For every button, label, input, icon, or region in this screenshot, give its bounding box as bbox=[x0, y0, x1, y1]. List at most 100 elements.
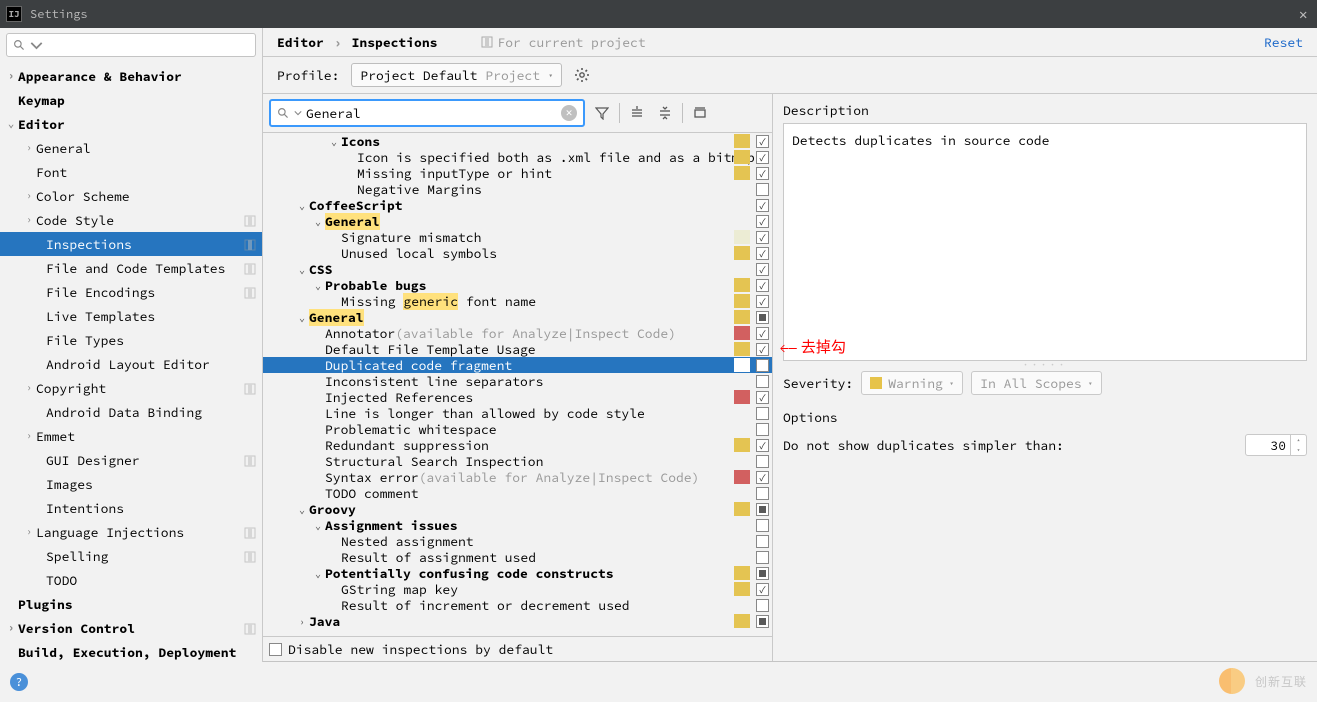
sidebar-item-font[interactable]: Font bbox=[0, 160, 262, 184]
sidebar-search-input[interactable] bbox=[6, 33, 256, 57]
inspection-checkbox[interactable] bbox=[756, 487, 769, 500]
inspection-row[interactable]: Signature mismatch bbox=[263, 229, 772, 245]
sidebar-item-android-layout-editor[interactable]: Android Layout Editor bbox=[0, 352, 262, 376]
inspection-checkbox[interactable] bbox=[756, 535, 769, 548]
sidebar-item-code-style[interactable]: ›Code Style bbox=[0, 208, 262, 232]
reset-button[interactable]: Reset bbox=[1264, 34, 1303, 51]
inspection-row[interactable]: Injected References bbox=[263, 389, 772, 405]
simpler-than-spinner[interactable]: 30 ▴▾ bbox=[1245, 434, 1307, 456]
gear-icon[interactable] bbox=[574, 67, 590, 83]
inspection-checkbox[interactable] bbox=[756, 231, 769, 244]
scope-combo[interactable]: In All Scopes ▾ bbox=[971, 371, 1102, 395]
sidebar-item-inspections[interactable]: Inspections bbox=[0, 232, 262, 256]
sidebar-item-plugins[interactable]: Plugins bbox=[0, 592, 262, 616]
sidebar-item-copyright[interactable]: ›Copyright bbox=[0, 376, 262, 400]
inspection-checkbox[interactable] bbox=[756, 439, 769, 452]
sidebar-item-emmet[interactable]: ›Emmet bbox=[0, 424, 262, 448]
inspection-search-input[interactable]: ✕ bbox=[269, 99, 585, 127]
inspection-checkbox[interactable] bbox=[756, 135, 769, 148]
inspection-row[interactable]: Missing generic font name bbox=[263, 293, 772, 309]
inspection-row[interactable]: Unused local symbols bbox=[263, 245, 772, 261]
expand-all-icon[interactable] bbox=[626, 102, 648, 124]
inspection-checkbox[interactable] bbox=[756, 599, 769, 612]
inspection-row[interactable]: ⌄Icons bbox=[263, 133, 772, 149]
inspection-checkbox[interactable] bbox=[756, 519, 769, 532]
inspection-search-field[interactable] bbox=[306, 105, 557, 122]
close-icon[interactable]: ✕ bbox=[1299, 8, 1311, 20]
inspection-row[interactable]: Redundant suppression bbox=[263, 437, 772, 453]
sidebar-item-color-scheme[interactable]: ›Color Scheme bbox=[0, 184, 262, 208]
inspection-checkbox[interactable] bbox=[756, 183, 769, 196]
inspection-checkbox[interactable] bbox=[756, 423, 769, 436]
reset-inspection-icon[interactable] bbox=[689, 102, 711, 124]
collapse-all-icon[interactable] bbox=[654, 102, 676, 124]
inspection-checkbox[interactable] bbox=[756, 215, 769, 228]
inspection-checkbox[interactable] bbox=[756, 167, 769, 180]
inspection-checkbox[interactable] bbox=[756, 343, 769, 356]
inspection-row[interactable]: Missing inputType or hint bbox=[263, 165, 772, 181]
inspection-checkbox[interactable] bbox=[756, 295, 769, 308]
sidebar-item-live-templates[interactable]: Live Templates bbox=[0, 304, 262, 328]
inspection-row[interactable]: Syntax error (available for Analyze|Insp… bbox=[263, 469, 772, 485]
sidebar-item-intentions[interactable]: Intentions bbox=[0, 496, 262, 520]
inspection-row[interactable]: ⌄Potentially confusing code constructs bbox=[263, 565, 772, 581]
inspection-row[interactable]: Structural Search Inspection bbox=[263, 453, 772, 469]
inspection-checkbox[interactable] bbox=[756, 455, 769, 468]
sidebar-item-spelling[interactable]: Spelling bbox=[0, 544, 262, 568]
sidebar-item-keymap[interactable]: Keymap bbox=[0, 88, 262, 112]
inspection-row[interactable]: Problematic whitespace bbox=[263, 421, 772, 437]
inspection-checkbox[interactable] bbox=[756, 567, 769, 580]
inspection-row[interactable]: ⌄General bbox=[263, 309, 772, 325]
inspection-row[interactable]: ›Java bbox=[263, 613, 772, 629]
sidebar-item-todo[interactable]: TODO bbox=[0, 568, 262, 592]
severity-combo[interactable]: Warning ▾ bbox=[861, 371, 963, 395]
inspection-row[interactable]: Result of assignment used bbox=[263, 549, 772, 565]
sidebar-item-android-data-binding[interactable]: Android Data Binding bbox=[0, 400, 262, 424]
inspection-checkbox[interactable] bbox=[756, 503, 769, 516]
sidebar-item-build-execution-deployment[interactable]: Build, Execution, Deployment bbox=[0, 640, 262, 662]
inspection-checkbox[interactable] bbox=[756, 279, 769, 292]
inspection-row[interactable]: ⌄CoffeeScript bbox=[263, 197, 772, 213]
sidebar-item-file-and-code-templates[interactable]: File and Code Templates bbox=[0, 256, 262, 280]
inspection-checkbox[interactable] bbox=[756, 359, 769, 372]
inspection-row[interactable]: ⌄Groovy bbox=[263, 501, 772, 517]
inspection-row[interactable]: ⌄Probable bugs bbox=[263, 277, 772, 293]
sidebar-item-general[interactable]: ›General bbox=[0, 136, 262, 160]
inspection-checkbox[interactable] bbox=[756, 311, 769, 324]
inspection-row[interactable]: ⌄General bbox=[263, 213, 772, 229]
sidebar-item-language-injections[interactable]: ›Language Injections bbox=[0, 520, 262, 544]
inspection-checkbox[interactable] bbox=[756, 151, 769, 164]
inspection-checkbox[interactable] bbox=[756, 407, 769, 420]
disable-new-checkbox[interactable] bbox=[269, 643, 282, 656]
inspection-row[interactable]: Annotator (available for Analyze|Inspect… bbox=[263, 325, 772, 341]
inspection-row[interactable]: Nested assignment bbox=[263, 533, 772, 549]
inspection-checkbox[interactable] bbox=[756, 583, 769, 596]
inspection-row[interactable]: Icon is specified both as .xml file and … bbox=[263, 149, 772, 165]
sidebar-item-file-encodings[interactable]: File Encodings bbox=[0, 280, 262, 304]
inspection-checkbox[interactable] bbox=[756, 247, 769, 260]
filter-icon[interactable] bbox=[591, 102, 613, 124]
inspection-row[interactable]: ⌄CSS bbox=[263, 261, 772, 277]
inspection-row[interactable]: ⌄Assignment issues bbox=[263, 517, 772, 533]
inspection-checkbox[interactable] bbox=[756, 551, 769, 564]
inspection-checkbox[interactable] bbox=[756, 375, 769, 388]
sidebar-item-editor[interactable]: ⌄Editor bbox=[0, 112, 262, 136]
inspection-checkbox[interactable] bbox=[756, 199, 769, 212]
breadcrumb-editor[interactable]: Editor bbox=[277, 34, 324, 51]
inspection-row[interactable]: GString map key bbox=[263, 581, 772, 597]
sidebar-item-images[interactable]: Images bbox=[0, 472, 262, 496]
sidebar-item-gui-designer[interactable]: GUI Designer bbox=[0, 448, 262, 472]
inspection-row[interactable]: Inconsistent line separators bbox=[263, 373, 772, 389]
profile-combo[interactable]: Project Default Project ▾ bbox=[351, 63, 562, 87]
inspection-row[interactable]: Duplicated code fragment bbox=[263, 357, 772, 373]
sidebar-item-version-control[interactable]: ›Version Control bbox=[0, 616, 262, 640]
inspection-checkbox[interactable] bbox=[756, 471, 769, 484]
inspection-checkbox[interactable] bbox=[756, 327, 769, 340]
inspection-row[interactable]: Result of increment or decrement used bbox=[263, 597, 772, 613]
sidebar-item-file-types[interactable]: File Types bbox=[0, 328, 262, 352]
inspection-row[interactable]: TODO comment bbox=[263, 485, 772, 501]
inspection-checkbox[interactable] bbox=[756, 615, 769, 628]
inspection-row[interactable]: Line is longer than allowed by code styl… bbox=[263, 405, 772, 421]
inspection-row[interactable]: Negative Margins bbox=[263, 181, 772, 197]
help-icon[interactable]: ? bbox=[10, 673, 28, 691]
